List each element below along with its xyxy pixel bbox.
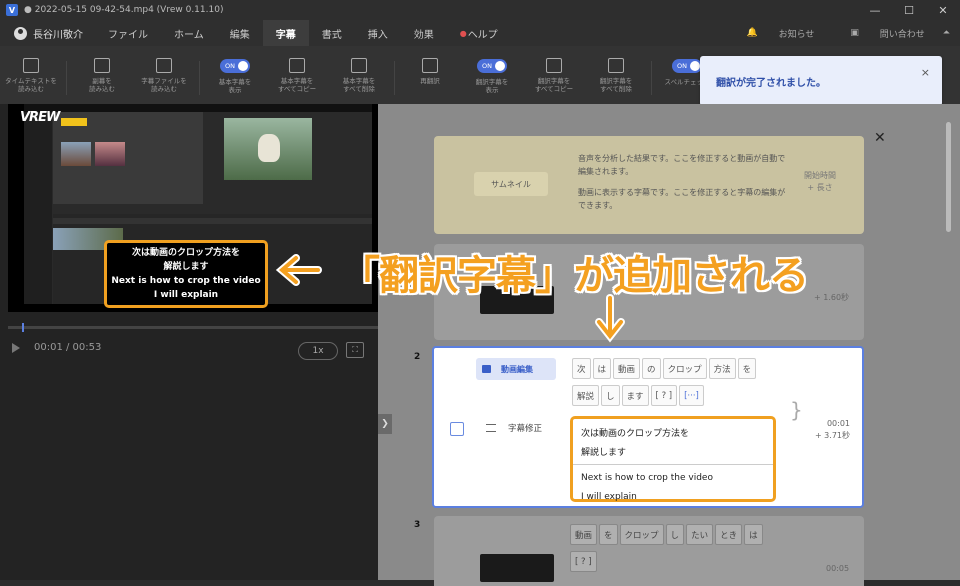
- callout-text: 「翻訳字幕」が追加される: [340, 253, 809, 299]
